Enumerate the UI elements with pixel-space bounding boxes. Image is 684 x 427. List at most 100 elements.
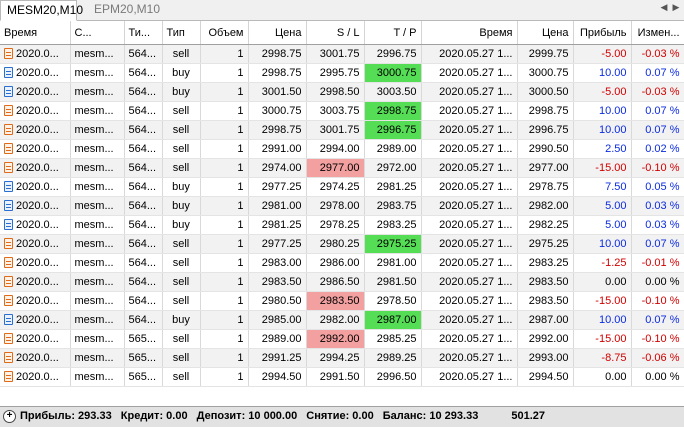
cell-close-price-text: 3000.50 bbox=[528, 86, 569, 98]
col-price[interactable]: Цена bbox=[248, 21, 307, 45]
cell-type-text: sell bbox=[172, 48, 190, 60]
cell-ticket-text: 564... bbox=[128, 105, 157, 117]
cell-close-time-text: 2020.05.27 1... bbox=[439, 352, 513, 364]
table-row[interactable]: 2020.0... mesm... 564... sell 1 3000.75 3003.7… bbox=[0, 101, 684, 121]
table-row[interactable]: 2020.0... mesm... 564... sell 1 2983.00 2986.0… bbox=[0, 253, 684, 273]
cell-profit: -15.00 bbox=[573, 291, 632, 311]
cell-close-time: 2020.05.27 1... bbox=[421, 120, 518, 140]
cell-time: 2020.0... bbox=[0, 348, 71, 368]
summary-profit: Прибыль: 293.33 bbox=[20, 410, 112, 422]
cell-close-price: 2982.25 bbox=[517, 215, 574, 235]
cell-volume-text: 1 bbox=[237, 86, 244, 98]
table-row[interactable]: 2020.0... mesm... 564... buy 1 2998.75 2995.75… bbox=[0, 63, 684, 83]
cell-change: -0.10 % bbox=[631, 158, 684, 178]
cell-close-time: 2020.05.27 1... bbox=[421, 139, 518, 159]
cell-change-text: 0.02 % bbox=[645, 143, 680, 155]
cell-close-price: 2994.50 bbox=[517, 367, 574, 387]
table-row[interactable]: 2020.0... mesm... 564... sell 1 2998.75 3001.7… bbox=[0, 44, 684, 64]
col-time[interactable]: Время bbox=[0, 21, 71, 45]
sell-order-icon bbox=[4, 48, 13, 59]
col-sl[interactable]: S / L bbox=[306, 21, 365, 45]
cell-close-price: 2999.75 bbox=[517, 44, 574, 64]
table-row[interactable]: 2020.0... mesm... 564... buy 1 2985.00 2982.00… bbox=[0, 310, 684, 330]
cell-sl-text: 2992.00 bbox=[319, 333, 360, 345]
cell-close-time-text: 2020.05.27 1... bbox=[439, 371, 513, 383]
cell-volume-text: 1 bbox=[237, 238, 244, 250]
cell-type: buy bbox=[162, 215, 201, 235]
cell-sl: 2986.50 bbox=[306, 272, 365, 292]
table-row[interactable]: 2020.0... mesm... 564... sell 1 2977.25 2980.2… bbox=[0, 234, 684, 254]
cell-change: -0.03 % bbox=[631, 44, 684, 64]
cell-close-price-text: 2996.75 bbox=[528, 124, 569, 136]
col-type[interactable]: Тип bbox=[162, 21, 201, 45]
cell-tp: 2996.75 bbox=[364, 120, 422, 140]
table-row[interactable]: 2020.0... mesm... 565... sell 1 2994.50 2991.5… bbox=[0, 367, 684, 387]
col-symbol[interactable]: С... bbox=[70, 21, 125, 45]
table-row[interactable]: 2020.0... mesm... 565... sell 1 2991.25 2994.2… bbox=[0, 348, 684, 368]
table-row[interactable]: 2020.0... mesm... 564... buy 1 2981.00 2978.00… bbox=[0, 196, 684, 216]
table-row[interactable]: 2020.0... mesm... 564... sell 1 2983.50 2986.5… bbox=[0, 272, 684, 292]
cell-change: 0.03 % bbox=[631, 196, 684, 216]
cell-profit-text: 0.00 bbox=[605, 371, 627, 383]
cell-close-time: 2020.05.27 1... bbox=[421, 44, 518, 64]
cell-change-text: 0.00 % bbox=[645, 276, 680, 288]
col-volume[interactable]: Объем bbox=[200, 21, 249, 45]
col-close-time[interactable]: Время bbox=[421, 21, 518, 45]
col-change[interactable]: Измен... bbox=[631, 21, 684, 45]
cell-close-time-text: 2020.05.27 1... bbox=[439, 314, 513, 326]
cell-ticket: 565... bbox=[124, 367, 163, 387]
scroll-right-icon[interactable]: ▶ bbox=[670, 2, 682, 13]
cell-type-text: buy bbox=[172, 67, 190, 79]
cell-close-price: 2982.00 bbox=[517, 196, 574, 216]
cell-ticket-text: 564... bbox=[128, 238, 157, 250]
col-ticket[interactable]: Ти... bbox=[124, 21, 163, 45]
table-row[interactable]: 2020.0... mesm... 564... sell 1 2980.50 2983.5… bbox=[0, 291, 684, 311]
cell-tp: 3000.75 bbox=[364, 63, 422, 83]
cell-type: sell bbox=[162, 234, 201, 254]
col-profit[interactable]: Прибыль bbox=[573, 21, 632, 45]
expand-plus-icon[interactable]: + bbox=[3, 410, 16, 423]
cell-price: 2985.00 bbox=[248, 310, 307, 330]
cell-type: buy bbox=[162, 196, 201, 216]
table-row[interactable]: 2020.0... mesm... 564... sell 1 2991.00 2994.0… bbox=[0, 139, 684, 159]
cell-profit-text: 2.50 bbox=[605, 143, 627, 155]
cell-symbol: mesm... bbox=[70, 120, 125, 140]
table-row[interactable]: 2020.0... mesm... 565... sell 1 2989.00 2992.0… bbox=[0, 329, 684, 349]
cell-close-price: 2983.50 bbox=[517, 272, 574, 292]
table-row[interactable]: 2020.0... mesm... 564... sell 1 2974.00 2977.0… bbox=[0, 158, 684, 178]
cell-tp-text: 3000.75 bbox=[376, 67, 417, 79]
cell-symbol: mesm... bbox=[70, 158, 125, 178]
tab-mesm20[interactable]: MESM20,M10 bbox=[0, 0, 83, 21]
cell-ticket-text: 564... bbox=[128, 314, 157, 326]
col-tp[interactable]: T / P bbox=[364, 21, 422, 45]
cell-time: 2020.0... bbox=[0, 215, 71, 235]
cell-volume-text: 1 bbox=[237, 276, 244, 288]
cell-close-time-text: 2020.05.27 1... bbox=[439, 200, 513, 212]
cell-profit: 10.00 bbox=[573, 63, 632, 83]
cell-symbol: mesm... bbox=[70, 367, 125, 387]
cell-change: 0.05 % bbox=[631, 177, 684, 197]
cell-type-text: buy bbox=[172, 200, 190, 212]
cell-tp: 3003.50 bbox=[364, 82, 422, 102]
sell-order-icon bbox=[4, 105, 13, 116]
cell-type: sell bbox=[162, 120, 201, 140]
cell-symbol-text: mesm... bbox=[74, 257, 114, 269]
scroll-left-icon[interactable]: ◀ bbox=[658, 2, 670, 13]
col-close-price[interactable]: Цена bbox=[517, 21, 574, 45]
cell-volume: 1 bbox=[200, 348, 249, 368]
cell-change-text: 0.07 % bbox=[645, 67, 680, 79]
cell-time-text: 2020.0... bbox=[16, 200, 59, 212]
table-row[interactable]: 2020.0... mesm... 564... buy 1 2981.25 2978.25… bbox=[0, 215, 684, 235]
cell-profit: -15.00 bbox=[573, 329, 632, 349]
table-row[interactable]: 2020.0... mesm... 564... sell 1 2998.75 3001.7… bbox=[0, 120, 684, 140]
cell-volume-text: 1 bbox=[237, 143, 244, 155]
cell-sl-text: 2982.00 bbox=[319, 314, 360, 326]
cell-tp-text: 2996.75 bbox=[376, 124, 417, 136]
cell-tp-text: 2975.25 bbox=[376, 238, 417, 250]
cell-close-time-text: 2020.05.27 1... bbox=[439, 124, 513, 136]
cell-time: 2020.0... bbox=[0, 291, 71, 311]
table-row[interactable]: 2020.0... mesm... 564... buy 1 3001.50 2998.50… bbox=[0, 82, 684, 102]
table-row[interactable]: 2020.0... mesm... 564... buy 1 2977.25 2974.25… bbox=[0, 177, 684, 197]
cell-symbol-text: mesm... bbox=[74, 219, 114, 231]
tab-epm20[interactable]: EPM20,M10 bbox=[88, 0, 166, 19]
